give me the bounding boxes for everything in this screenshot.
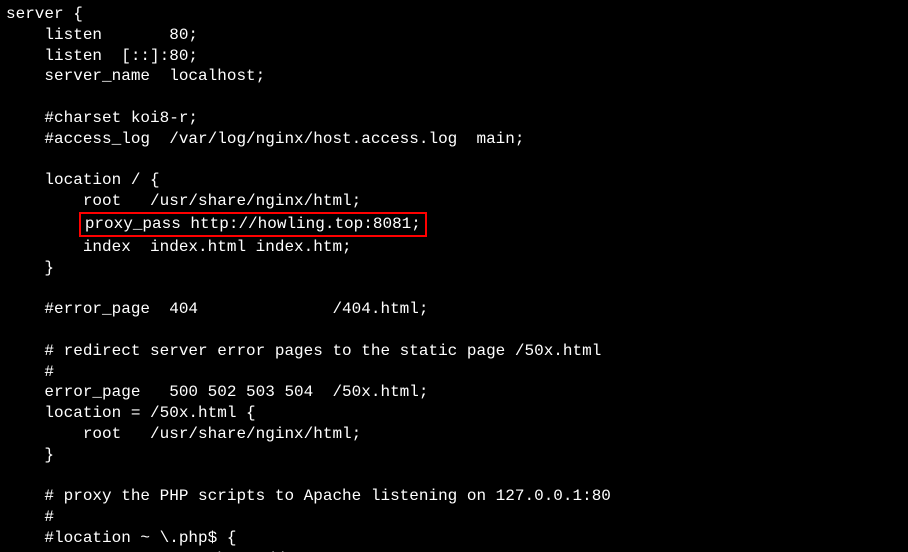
code-line: listen 80; — [6, 26, 198, 44]
code-line: root /usr/share/nginx/html; — [6, 192, 361, 210]
code-line: index index.html index.htm; — [6, 238, 352, 256]
code-line: } — [6, 446, 54, 464]
code-block: server { listen 80; listen [::]:80; serv… — [0, 0, 908, 552]
code-line: listen [::]:80; — [6, 47, 198, 65]
code-line: #error_page 404 /404.html; — [6, 300, 428, 318]
code-line: server { — [6, 5, 83, 23]
code-line: # redirect server error pages to the sta… — [6, 342, 601, 360]
code-line: location = /50x.html { — [6, 404, 256, 422]
code-line: # — [6, 508, 54, 526]
code-line: root /usr/share/nginx/html; — [6, 425, 361, 443]
code-line: # proxy the PHP scripts to Apache listen… — [6, 487, 611, 505]
highlighted-line: proxy_pass http://howling.top:8081; — [79, 212, 427, 237]
code-line: location / { — [6, 171, 160, 189]
code-line: #charset koi8-r; — [6, 109, 198, 127]
code-line-indent — [6, 215, 83, 233]
code-line: server_name localhost; — [6, 67, 265, 85]
code-line: #access_log /var/log/nginx/host.access.l… — [6, 130, 524, 148]
code-line: } — [6, 259, 54, 277]
code-line: # — [6, 363, 54, 381]
code-line: #location ~ \.php$ { — [6, 529, 236, 547]
code-line: error_page 500 502 503 504 /50x.html; — [6, 383, 428, 401]
